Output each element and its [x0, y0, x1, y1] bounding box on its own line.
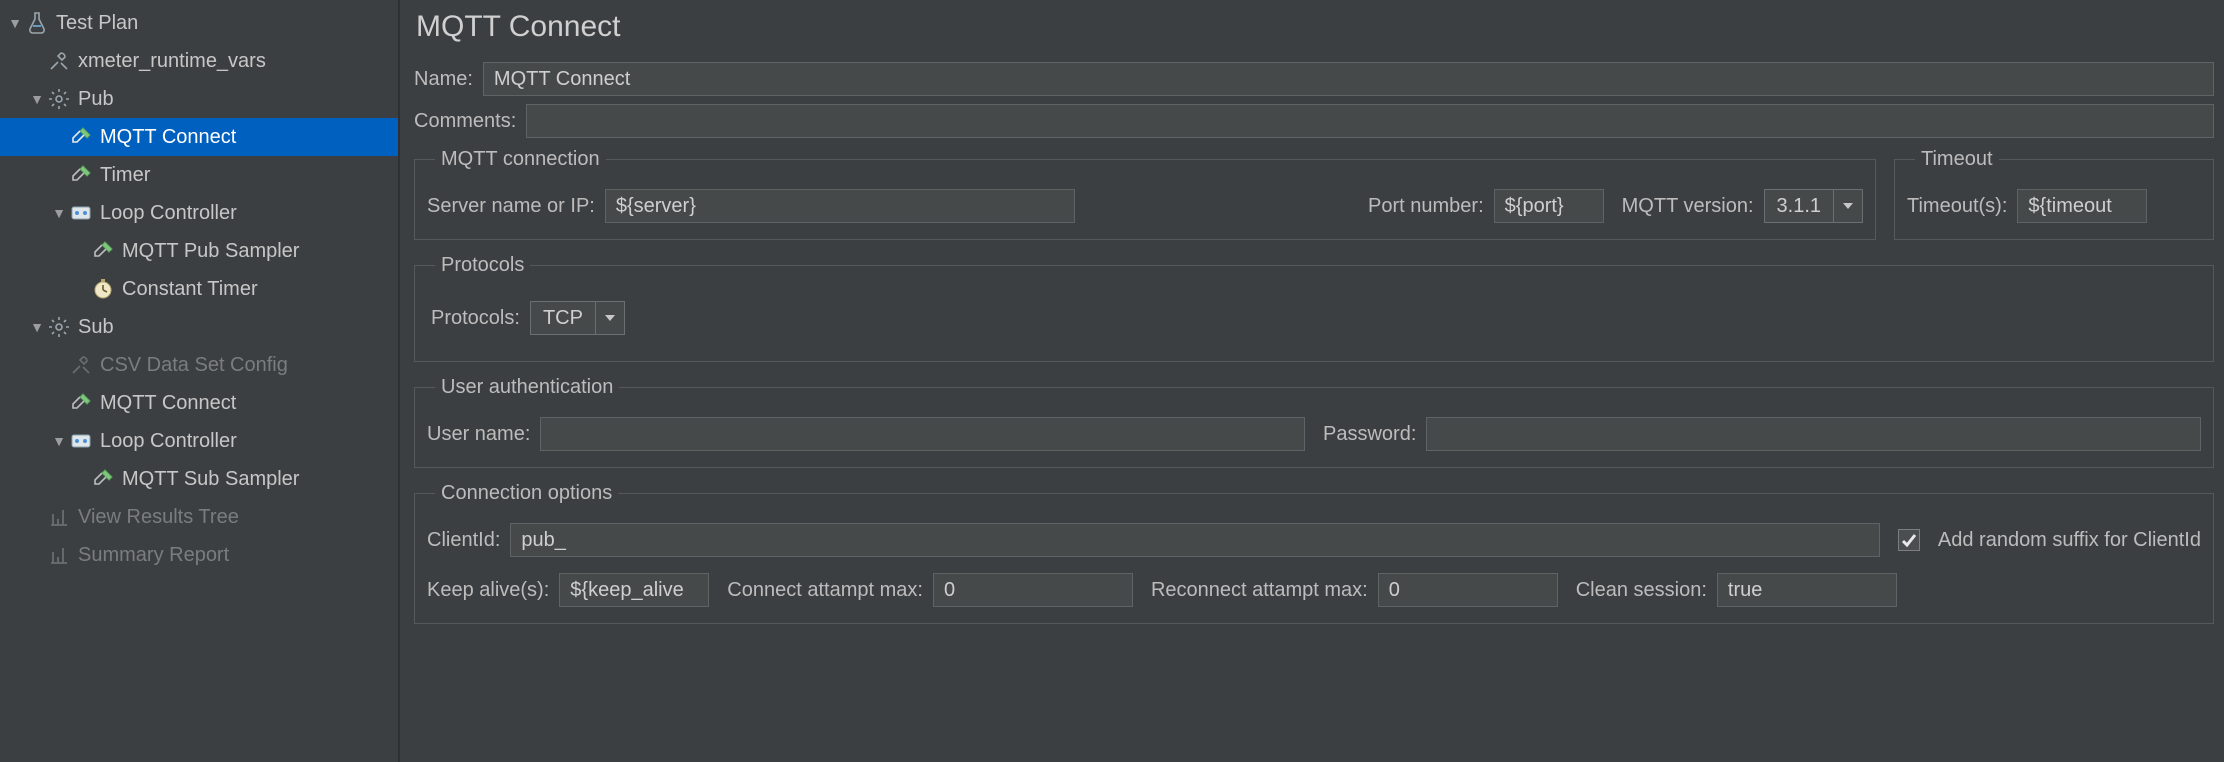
connect-attempt-label: Connect attampt max:	[727, 579, 923, 602]
tree-label: CSV Data Set Config	[100, 354, 296, 377]
tree-item-summary-report[interactable]: Summary Report	[0, 536, 398, 574]
chevron-down-icon[interactable]	[1833, 189, 1863, 223]
tree-item-loop-controller-sub[interactable]: ▼ Loop Controller	[0, 422, 398, 460]
tree-item-xmeter-vars[interactable]: xmeter_runtime_vars	[0, 42, 398, 80]
tree-item-pub[interactable]: ▼ Pub	[0, 80, 398, 118]
panel-title: MQTT Connect	[416, 10, 2214, 44]
tree-label: MQTT Connect	[100, 126, 244, 149]
tree-label: Sub	[78, 316, 122, 339]
user-auth-legend: User authentication	[435, 376, 619, 399]
tree-label: Summary Report	[78, 544, 237, 567]
clientid-input[interactable]	[510, 523, 1880, 557]
protocols-value: TCP	[530, 301, 595, 335]
timeout-label: Timeout(s):	[1907, 195, 2007, 218]
username-label: User name:	[427, 423, 530, 446]
tree-item-sub[interactable]: ▼ Sub	[0, 308, 398, 346]
timeout-legend: Timeout	[1915, 148, 1999, 171]
clean-session-input[interactable]	[1717, 573, 1897, 607]
checkbox-icon	[1898, 529, 1920, 551]
tree-item-constant-timer[interactable]: Constant Timer	[0, 270, 398, 308]
disclosure-icon[interactable]: ▼	[6, 15, 24, 31]
connect-attempt-input[interactable]	[933, 573, 1133, 607]
tree-item-loop-controller-pub[interactable]: ▼ Loop Controller	[0, 194, 398, 232]
server-label: Server name or IP:	[427, 195, 595, 218]
protocols-legend: Protocols	[435, 254, 530, 277]
clean-session-label: Clean session:	[1576, 579, 1707, 602]
connection-options-group: Connection options ClientId: Add random …	[414, 482, 2214, 624]
port-input[interactable]	[1494, 189, 1604, 223]
reconnect-attempt-label: Reconnect attampt max:	[1151, 579, 1368, 602]
controller-icon	[68, 200, 94, 226]
name-input[interactable]	[483, 62, 2214, 96]
gear-icon	[46, 86, 72, 112]
protocols-label: Protocols:	[431, 307, 520, 330]
timeout-group: Timeout Timeout(s):	[1894, 148, 2214, 240]
disclosure-icon[interactable]: ▼	[50, 433, 68, 449]
keepalive-label: Keep alive(s):	[427, 579, 549, 602]
mqtt-version-select[interactable]: 3.1.1	[1764, 189, 1863, 223]
add-random-suffix-checkbox[interactable]: Add random suffix for ClientId	[1898, 529, 2201, 552]
name-label: Name:	[414, 68, 473, 91]
tree-label: Pub	[78, 88, 122, 111]
user-auth-group: User authentication User name: Password:	[414, 376, 2214, 468]
chevron-down-icon[interactable]	[595, 301, 625, 335]
timeout-input[interactable]	[2017, 189, 2147, 223]
username-input[interactable]	[540, 417, 1305, 451]
disclosure-icon[interactable]: ▼	[28, 91, 46, 107]
tree-item-timer[interactable]: Timer	[0, 156, 398, 194]
flask-icon	[24, 10, 50, 36]
tree-item-view-results-tree[interactable]: View Results Tree	[0, 498, 398, 536]
tree-label: MQTT Sub Sampler	[122, 468, 307, 491]
tree-item-mqtt-connect-sub[interactable]: MQTT Connect	[0, 384, 398, 422]
clock-icon	[90, 276, 116, 302]
mqtt-connection-legend: MQTT connection	[435, 148, 606, 171]
mqtt-version-label: MQTT version:	[1622, 195, 1754, 218]
tree-item-test-plan[interactable]: ▼ Test Plan	[0, 4, 398, 42]
tree-item-csv-data-set[interactable]: CSV Data Set Config	[0, 346, 398, 384]
keepalive-input[interactable]	[559, 573, 709, 607]
protocols-select[interactable]: TCP	[530, 301, 625, 335]
controller-icon	[68, 428, 94, 454]
connection-options-legend: Connection options	[435, 482, 618, 505]
protocols-group: Protocols Protocols: TCP	[414, 254, 2214, 362]
reconnect-attempt-input[interactable]	[1378, 573, 1558, 607]
tree-label: Loop Controller	[100, 202, 245, 225]
test-plan-tree[interactable]: ▼ Test Plan xmeter_runtime_vars ▼ Pub	[0, 0, 400, 762]
tree-item-mqtt-connect-pub[interactable]: MQTT Connect	[0, 118, 398, 156]
comments-label: Comments:	[414, 110, 516, 133]
mqtt-version-value: 3.1.1	[1764, 189, 1833, 223]
dropper-icon	[68, 390, 94, 416]
tree-item-mqtt-sub-sampler[interactable]: MQTT Sub Sampler	[0, 460, 398, 498]
password-input[interactable]	[1426, 417, 2201, 451]
disclosure-icon[interactable]: ▼	[50, 205, 68, 221]
tree-label: xmeter_runtime_vars	[78, 50, 274, 73]
tree-label: Loop Controller	[100, 430, 245, 453]
tree-label: Constant Timer	[122, 278, 266, 301]
password-label: Password:	[1323, 423, 1416, 446]
disclosure-icon[interactable]: ▼	[28, 319, 46, 335]
tree-item-mqtt-pub-sampler[interactable]: MQTT Pub Sampler	[0, 232, 398, 270]
wrench-icon	[68, 352, 94, 378]
chart-icon	[46, 542, 72, 568]
dropper-icon	[68, 162, 94, 188]
port-label: Port number:	[1368, 195, 1484, 218]
tree-label: View Results Tree	[78, 506, 247, 529]
tree-label: MQTT Connect	[100, 392, 244, 415]
add-random-suffix-label: Add random suffix for ClientId	[1938, 529, 2201, 552]
gear-icon	[46, 314, 72, 340]
tree-label: Test Plan	[56, 12, 146, 35]
editor-panel: MQTT Connect Name: Comments: MQTT connec…	[400, 0, 2224, 762]
dropper-icon	[90, 238, 116, 264]
clientid-label: ClientId:	[427, 529, 500, 552]
dropper-icon	[68, 124, 94, 150]
mqtt-connection-group: MQTT connection Server name or IP: Port …	[414, 148, 1876, 240]
wrench-icon	[46, 48, 72, 74]
tree-label: Timer	[100, 164, 158, 187]
dropper-icon	[90, 466, 116, 492]
comments-input[interactable]	[526, 104, 2214, 138]
tree-label: MQTT Pub Sampler	[122, 240, 307, 263]
server-input[interactable]	[605, 189, 1075, 223]
chart-icon	[46, 504, 72, 530]
